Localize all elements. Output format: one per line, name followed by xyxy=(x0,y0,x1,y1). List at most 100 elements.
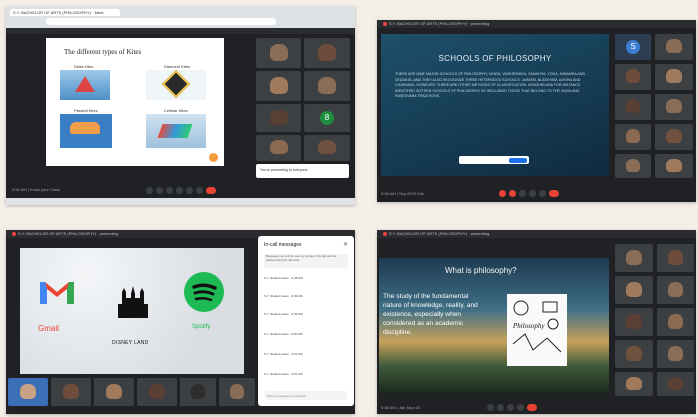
participant-tile xyxy=(615,124,651,150)
participant-avatar: 8 xyxy=(320,111,334,125)
participant-tile xyxy=(256,71,301,101)
raise-hand-button[interactable] xyxy=(529,189,536,197)
gmail-icon xyxy=(38,278,76,306)
more-options-button[interactable] xyxy=(196,186,203,194)
disney-castle-icon xyxy=(116,284,150,320)
mic-button[interactable] xyxy=(487,403,494,411)
participant-tile xyxy=(657,340,694,368)
participant-tile xyxy=(304,135,350,161)
chat-message: S.Y. Student name · 9:51 AM xyxy=(264,352,303,356)
camera-button[interactable] xyxy=(497,403,504,411)
participant-tile xyxy=(256,104,301,132)
participant-tile: S xyxy=(615,34,651,60)
chat-message: S.Y. Student name · 9:50 AM xyxy=(264,332,303,336)
screenshot-schools-meeting: S.Y. BACHELOR OF ARTS (PHILOSOPHY) · pre… xyxy=(377,20,696,202)
slide-body: THERE ARE NINE MAJOR SCHOOLS OF PHILOSOP… xyxy=(395,72,586,99)
meeting-time-label: 9:56 AM | Jan Sept 20 xyxy=(381,405,421,410)
participant-tile xyxy=(615,372,653,396)
doodle-label: Philosophy xyxy=(513,322,545,330)
participant-tile xyxy=(655,154,693,178)
browser-tab[interactable]: S.Y. BACHELOR OF ARTS (PHILOSOPHY) · Mee… xyxy=(10,9,120,16)
stop-presenting-button[interactable] xyxy=(509,157,527,163)
participant-tile xyxy=(657,308,694,336)
chat-message: S.Y. Student name · 9:49 AM xyxy=(264,312,303,316)
captions-button[interactable] xyxy=(166,186,173,194)
call-controls xyxy=(499,186,559,200)
screenshot-apps-meeting: S.Y. BACHELOR OF ARTS (PHILOSOPHY) · pre… xyxy=(6,230,355,414)
mic-button[interactable] xyxy=(146,186,153,194)
presentation-slide: What is philosophy? The study of the fun… xyxy=(379,258,609,393)
participant-tile: 8 xyxy=(304,104,350,132)
present-button[interactable] xyxy=(539,189,546,197)
participant-tile xyxy=(256,38,301,68)
browser-chrome: S.Y. BACHELOR OF ARTS (PHILOSOPHY) · Mee… xyxy=(6,6,355,28)
participant-tile xyxy=(219,378,255,406)
participant-tile xyxy=(655,64,693,90)
gmail-label: Gmail xyxy=(38,324,59,333)
chat-input[interactable]: Send a message to everyone xyxy=(264,391,348,400)
participant-tile xyxy=(615,94,651,120)
captions-button[interactable] xyxy=(519,189,526,197)
chat-note: Messages can only be seen by people in t… xyxy=(264,254,348,268)
present-button[interactable] xyxy=(517,403,524,411)
screenshot-kites-meeting: S.Y. BACHELOR OF ARTS (PHILOSOPHY) · Mee… xyxy=(6,6,355,205)
chat-message: S.Y. Student name · 9:51 AM xyxy=(264,372,303,376)
screenshot-philosophy-meeting: S.Y. BACHELOR OF ARTS (PHILOSOPHY) · pre… xyxy=(377,230,696,414)
chat-message: S.Y. Student name · 9:49 AM xyxy=(264,294,303,298)
participant-tile xyxy=(304,71,350,101)
slide-title: What is philosophy? xyxy=(445,266,517,275)
parafoil-kite-image xyxy=(60,114,112,148)
slide-body: The study of the fundamental nature of k… xyxy=(383,293,478,336)
end-call-button[interactable] xyxy=(527,403,537,411)
participant-tile xyxy=(615,276,653,304)
kite-label-cellular: Cellular Kites xyxy=(164,108,188,113)
windows-taskbar xyxy=(6,198,355,205)
participant-tile xyxy=(657,276,694,304)
cellular-kite-image xyxy=(146,114,206,148)
slide-title: The different types of Kites xyxy=(64,48,142,56)
participant-tile xyxy=(180,378,216,406)
participant-avatar: S xyxy=(626,40,640,54)
participant-tile xyxy=(655,34,693,60)
captions-button[interactable] xyxy=(507,403,514,411)
participant-tile xyxy=(8,378,48,406)
participant-tile xyxy=(655,94,693,120)
close-icon[interactable]: ✕ xyxy=(343,241,348,248)
disney-label: DISNEY LAND xyxy=(112,340,149,346)
participant-tile xyxy=(51,378,91,406)
participant-tile xyxy=(615,308,653,336)
participant-tile xyxy=(137,378,177,406)
presentation-slide: The different types of Kites Delta Kites… xyxy=(46,38,224,166)
present-button[interactable] xyxy=(186,186,193,194)
presenting-banner[interactable] xyxy=(459,156,529,164)
participant-tile xyxy=(615,64,651,90)
end-call-button[interactable] xyxy=(549,189,559,197)
mic-button[interactable] xyxy=(499,189,506,197)
meeting-time-label: 9:54 AM | Know your Class xyxy=(12,187,60,192)
philosophy-doodle-image: Philosophy xyxy=(507,294,567,366)
raise-hand-button[interactable] xyxy=(176,186,183,194)
participant-tile xyxy=(304,38,350,68)
meeting-title: S.Y. BACHELOR OF ARTS (PHILOSOPHY) · pre… xyxy=(18,231,119,236)
camera-button[interactable] xyxy=(509,189,516,197)
address-bar[interactable] xyxy=(46,18,276,25)
call-controls xyxy=(146,183,216,197)
end-call-button[interactable] xyxy=(206,186,216,194)
participant-tile xyxy=(655,124,693,150)
meeting-header: S.Y. BACHELOR OF ARTS (PHILOSOPHY) · pre… xyxy=(377,20,696,28)
slide-title: SCHOOLS OF PHILOSOPHY xyxy=(438,54,552,63)
meeting-header: S.Y. BACHELOR OF ARTS (PHILOSOPHY) · pre… xyxy=(377,230,696,238)
spotify-label: Spotify xyxy=(192,324,211,330)
participant-tile xyxy=(94,378,134,406)
camera-button[interactable] xyxy=(156,186,163,194)
presenting-notification[interactable]: You're presenting to everyone xyxy=(256,164,349,178)
chat-input-placeholder: Send a message to everyone xyxy=(267,393,307,398)
call-controls xyxy=(487,400,537,414)
participant-tile xyxy=(615,340,653,368)
kite-label-diamond: Diamond Kites xyxy=(164,64,191,69)
meeting-title: S.Y. BACHELOR OF ARTS (PHILOSOPHY) · pre… xyxy=(389,231,490,236)
slide-corner-dot xyxy=(209,153,218,162)
meeting-time-label: 9:55 AM | Sep 2020 Kits xyxy=(381,191,424,196)
participant-tile xyxy=(615,244,653,272)
presentation-slide: Gmail DISNEY LAND Spotify xyxy=(20,248,244,374)
